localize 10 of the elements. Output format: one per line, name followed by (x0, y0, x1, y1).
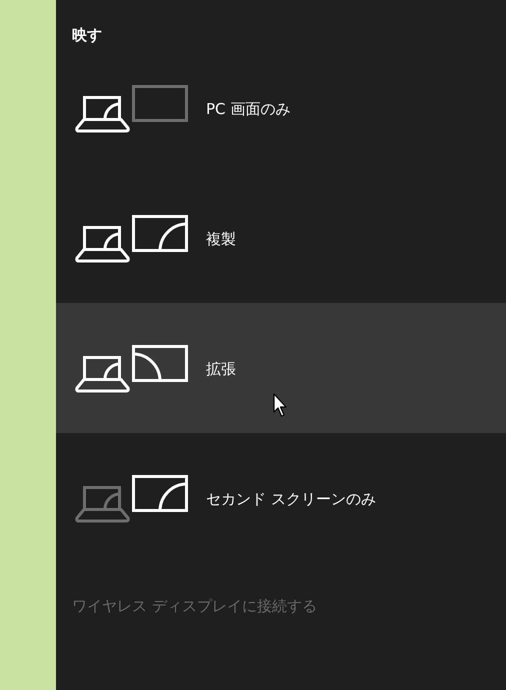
display-mode-option[interactable]: セカンド スクリーンのみ (56, 433, 506, 563)
display-mode-icon (74, 473, 190, 523)
display-mode-icon (74, 343, 190, 393)
display-mode-icon (74, 83, 190, 133)
display-mode-option[interactable]: 拡張 (56, 303, 506, 433)
display-mode-icon (74, 213, 190, 263)
display-mode-option[interactable]: 複製 (56, 173, 506, 303)
mouse-pointer-icon (273, 393, 289, 418)
display-mode-option[interactable]: PC 画面のみ (56, 43, 506, 173)
panel-title: 映す (71, 25, 102, 43)
